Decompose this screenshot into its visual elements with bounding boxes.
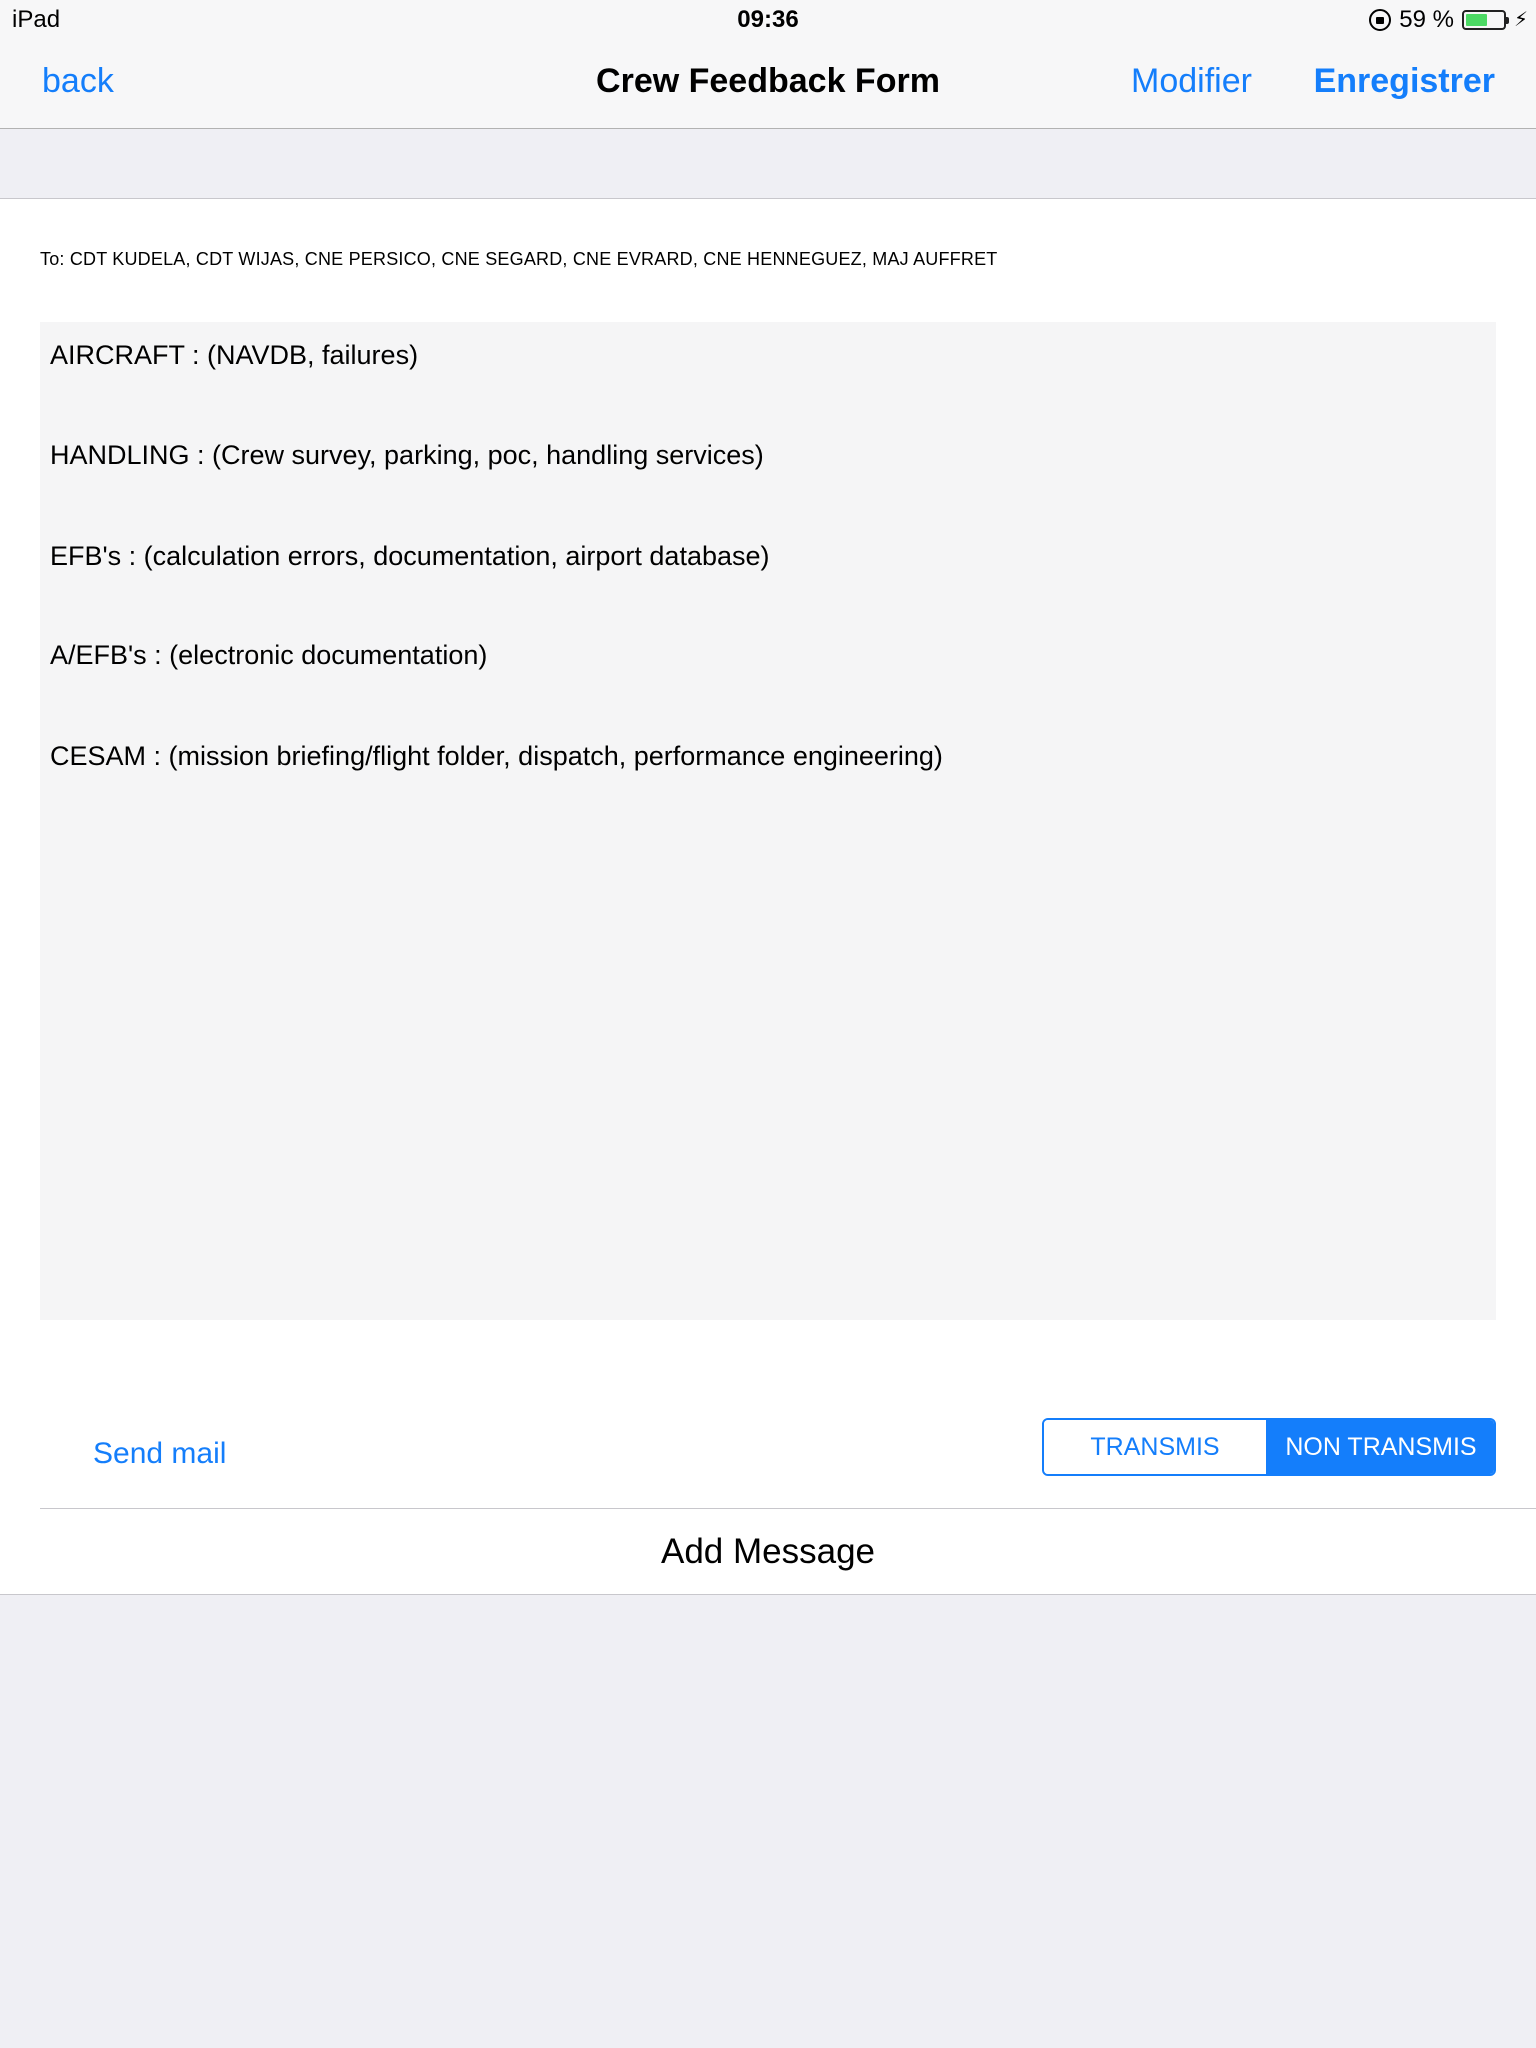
- feedback-form: To: CDT KUDELA, CDT WIJAS, CNE PERSICO, …: [0, 198, 1536, 1595]
- navigation-bar: back Crew Feedback Form Modifier Enregis…: [0, 40, 1536, 129]
- charging-icon: ⚡: [1513, 9, 1528, 31]
- modify-button[interactable]: Modifier: [1131, 62, 1252, 101]
- message-line: AIRCRAFT : (NAVDB, failures): [50, 340, 419, 370]
- add-message-button[interactable]: Add Message: [0, 1509, 1536, 1595]
- message-line: A/EFB's : (electronic documentation): [50, 640, 488, 670]
- message-line: HANDLING : (Crew survey, parking, poc, h…: [50, 440, 764, 470]
- page-title: Crew Feedback Form: [596, 62, 940, 100]
- message-textarea[interactable]: AIRCRAFT : (NAVDB, failures) HANDLING : …: [40, 322, 1496, 1320]
- status-bar: iPad 09:36 59 % ⚡: [0, 0, 1536, 40]
- save-button[interactable]: Enregistrer: [1314, 62, 1495, 101]
- status-time: 09:36: [737, 6, 799, 33]
- battery-percent: 59 %: [1399, 6, 1454, 33]
- segment-transmis[interactable]: TRANSMIS: [1044, 1420, 1268, 1474]
- transmission-status-control: TRANSMIS NON TRANSMIS: [1042, 1418, 1496, 1476]
- segment-non-transmis[interactable]: NON TRANSMIS: [1268, 1420, 1494, 1474]
- rotation-lock-icon: [1369, 9, 1392, 31]
- message-line: EFB's : (calculation errors, documentati…: [50, 541, 770, 571]
- recipients-line: To: CDT KUDELA, CDT WIJAS, CNE PERSICO, …: [40, 249, 998, 269]
- send-mail-button[interactable]: Send mail: [93, 1437, 226, 1471]
- battery-icon: [1461, 10, 1509, 30]
- status-indicators: 59 % ⚡: [1369, 6, 1528, 34]
- battery-level: [1465, 14, 1488, 26]
- message-line: CESAM : (mission briefing/flight folder,…: [50, 741, 943, 771]
